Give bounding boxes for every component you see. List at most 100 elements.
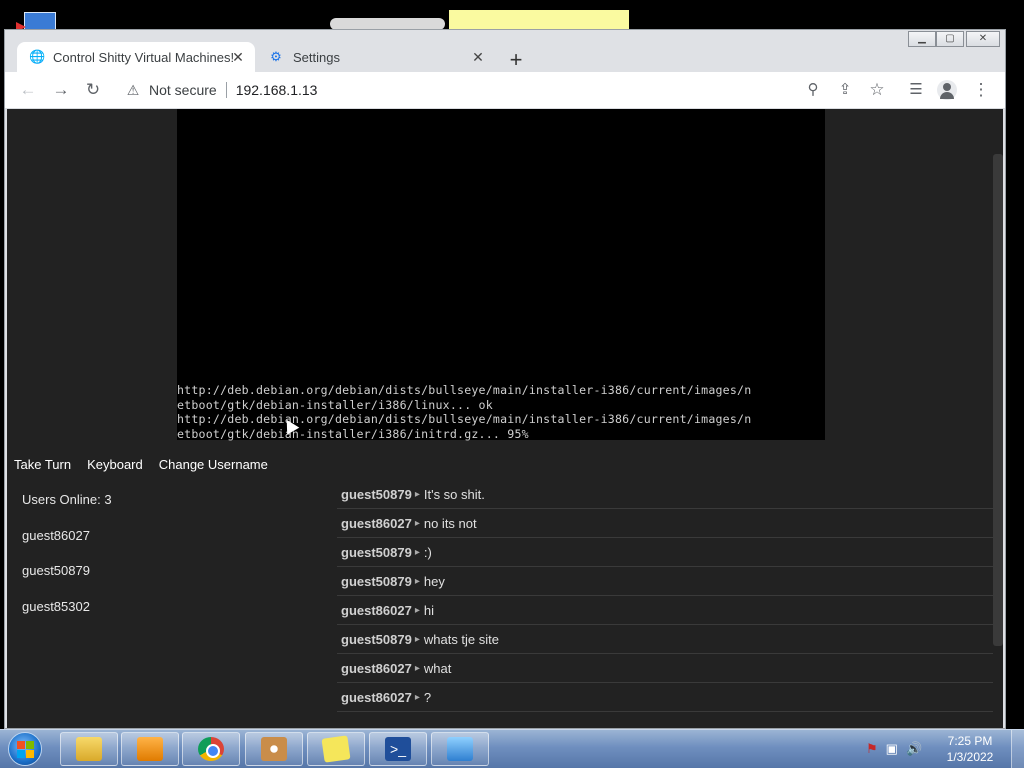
vm-screen[interactable]: http://deb.debian.org/debian/dists/bulls…	[177, 109, 825, 441]
chat-text: :)	[423, 544, 432, 560]
tab-title: Settings	[293, 49, 340, 65]
chat-username: guest86027	[341, 660, 412, 676]
tab-settings[interactable]: ⚙ Settings ✕	[257, 42, 495, 72]
taskbar-chrome[interactable]	[182, 732, 240, 766]
chat-message: guest86027 ▸ no its not	[337, 509, 993, 538]
tab-control-vm[interactable]: 🌐 Control Shitty Virtual Machines! ✕	[17, 42, 255, 72]
back-icon[interactable]: ←	[17, 79, 39, 101]
chat-arrow-icon: ▸	[414, 633, 420, 645]
chat-arrow-icon: ▸	[414, 488, 420, 500]
keyboard-button[interactable]: Keyboard	[87, 457, 143, 472]
avatar-body	[940, 92, 954, 99]
chat-message: guest50879 ▸:)	[337, 538, 993, 567]
volume-icon[interactable]: 🔊	[906, 741, 922, 757]
taskbar-media-player[interactable]	[121, 732, 179, 766]
chat-username: guest86027	[341, 689, 412, 705]
sticky-notes-icon	[321, 735, 351, 763]
user-list-item: guest50879	[22, 563, 90, 578]
warning-icon[interactable]: ⚠	[125, 82, 141, 98]
vm-controls: Take Turn Keyboard Change Username	[14, 457, 268, 472]
chat-username: guest50879	[341, 486, 412, 502]
chat-message: guest50879 ▸ It's so shit.	[337, 480, 993, 509]
desktop-yellow-element	[449, 10, 629, 30]
network-icon[interactable]: ▣	[886, 741, 898, 757]
chat-text: hi	[423, 602, 434, 618]
close-tab-icon[interactable]: ✕	[469, 48, 487, 66]
reload-icon[interactable]: ↻	[82, 79, 104, 101]
chat-text: whats tje site	[423, 631, 500, 647]
bookmark-star-icon[interactable]: ☆	[866, 79, 888, 101]
paint-palette-icon	[261, 737, 287, 761]
globe-icon: 🌐	[29, 49, 46, 64]
user-list-item: guest85302	[22, 598, 90, 614]
windows-logo-part	[26, 750, 34, 758]
show-desktop-button[interactable]	[1011, 730, 1024, 768]
forward-icon[interactable]: →	[50, 79, 72, 101]
address-bar[interactable]: ⚠ Not secure 192.168.1.13	[119, 76, 809, 104]
gear-icon: ⚙	[270, 49, 282, 64]
tab-strip: 🌐 Control Shitty Virtual Machines! ✕ ⚙ S…	[5, 38, 1005, 72]
windows-logo-part	[17, 750, 25, 758]
chat-message: guest50879 ▸ whats tje site	[337, 625, 993, 654]
chat-arrow-icon: ▸	[414, 546, 420, 558]
chat-text: ?	[423, 689, 432, 705]
chat-message: guest50879 ▸ hey	[337, 567, 993, 596]
page-content: http://deb.debian.org/debian/dists/bulls…	[7, 109, 1003, 728]
user-list-item: guest86027	[22, 527, 90, 543]
chat-log: guest50879 ▸ It's so shit. guest86027 ▸ no i…	[337, 480, 993, 712]
security-label[interactable]: Not secure	[149, 82, 217, 98]
users-online-list: Users Online: 3 guest86027 guest50879 gu…	[22, 489, 322, 631]
chat-username: guest86027	[341, 515, 412, 531]
powershell-icon: >_	[385, 737, 411, 761]
chat-arrow-icon: ▸	[414, 604, 420, 616]
chat-text: hey	[423, 573, 445, 589]
windows-logo-part	[26, 741, 34, 749]
taskbar-sticky-notes[interactable]	[307, 732, 365, 766]
chat-arrow-icon: ▸	[414, 662, 420, 674]
clock-time: 7:25 PM	[947, 734, 993, 748]
share-icon[interactable]: ⇪	[834, 79, 856, 101]
profile-avatar-icon[interactable]	[937, 80, 957, 100]
console-line: etboot/gtk/debian-installer/i386/linux..…	[177, 397, 493, 412]
taskbar-clock[interactable]: 7:25 PM 1/3/2022	[930, 733, 1010, 765]
avatar-head	[943, 83, 951, 91]
media-player-icon	[137, 737, 163, 761]
browser-toolbar: ← → ↻ ⚠ Not secure 192.168.1.13 ⚲ ⇪ ☆ ☰ …	[5, 72, 1005, 109]
chat-text: no its not	[423, 515, 477, 531]
chat-text: It's so shit.	[423, 486, 485, 502]
url-text[interactable]: 192.168.1.13	[236, 82, 318, 98]
change-username-button[interactable]: Change Username	[159, 457, 268, 472]
taskbar-file-explorer[interactable]	[60, 732, 118, 766]
control-panel-icon	[447, 737, 473, 761]
chrome-center	[206, 744, 220, 758]
clock-date: 1/3/2022	[946, 750, 994, 764]
folder-icon	[76, 737, 102, 761]
chat-username: guest50879	[341, 631, 412, 647]
menu-kebab-icon[interactable]: ⋮	[970, 79, 992, 101]
console-line: http://deb.debian.org/debian/dists/bulls…	[177, 412, 752, 426]
console-line: etboot/gtk/debian-installer/i386/initrd.…	[177, 426, 529, 441]
taskbar-paint[interactable]	[245, 732, 303, 766]
new-tab-button[interactable]: +	[505, 49, 527, 72]
divider	[225, 82, 227, 98]
chat-arrow-icon: ▸	[414, 691, 420, 703]
close-tab-icon[interactable]: ✕	[229, 48, 247, 66]
action-center-flag-icon[interactable]: ⚑	[866, 741, 878, 757]
users-online-count: Users Online: 3	[22, 492, 112, 507]
take-turn-button[interactable]: Take Turn	[14, 457, 71, 472]
console-output: http://deb.debian.org/debian/dists/bulls…	[177, 383, 825, 441]
tab-title: Control Shitty Virtual Machines!	[53, 49, 235, 65]
chat-text: what	[423, 660, 452, 676]
chat-username: guest50879	[341, 544, 412, 560]
reading-list-icon[interactable]: ☰	[905, 79, 927, 101]
taskbar-control-panel[interactable]	[431, 732, 489, 766]
system-tray: ⚑ ▣ 🔊	[866, 741, 922, 757]
taskbar-powershell[interactable]: >_	[369, 732, 427, 766]
start-button[interactable]	[8, 732, 42, 766]
page-scrollbar[interactable]	[993, 154, 1003, 646]
chat-username: guest86027	[341, 602, 412, 618]
zoom-icon[interactable]: ⚲	[802, 79, 824, 101]
taskbar: >_ ⚑ ▣ 🔊 7:25 PM 1/3/2022	[0, 729, 1024, 768]
chat-message: guest86027 ▸?	[337, 683, 993, 712]
browser-window: ▁ ▢ ✕ 🌐 Control Shitty Virtual Machines!…	[4, 29, 1006, 729]
